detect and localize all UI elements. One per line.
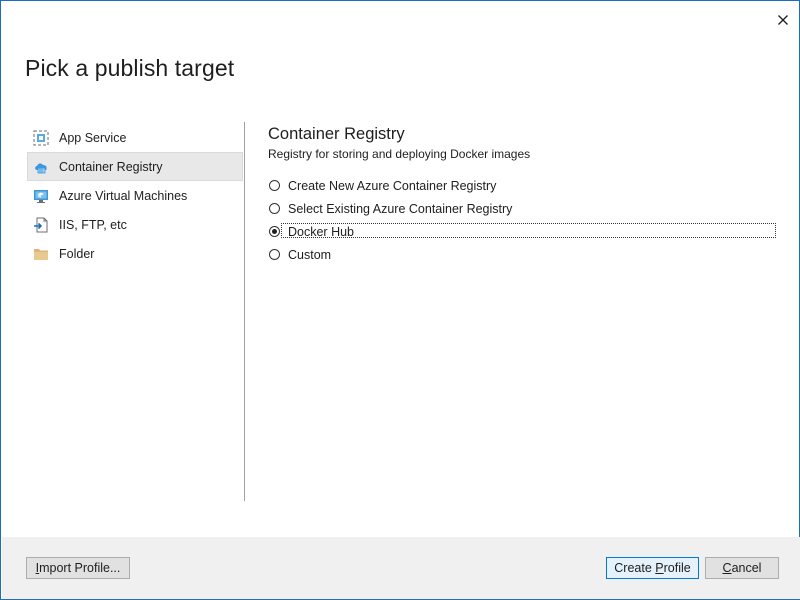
cancel-button[interactable]: Cancel [705,557,779,579]
button-label: Create [614,561,656,575]
container-registry-icon [33,159,49,175]
sidebar-item-label: Container Registry [59,159,163,174]
sidebar-item-azure-virtual-machines[interactable]: Azure Virtual Machines [27,181,243,210]
publish-dialog: Pick a publish target App Service Contai… [0,0,800,600]
sidebar-item-label: Folder [59,246,95,261]
app-service-icon [33,130,49,146]
folder-icon [33,246,49,262]
close-icon [778,15,788,25]
vertical-divider [244,122,245,501]
radio-option-docker-hub[interactable]: Docker Hub [268,220,778,243]
button-label: mport Profile... [39,561,121,575]
radio-button[interactable] [269,180,280,191]
sidebar-item-folder[interactable]: Folder [27,239,243,268]
sidebar-item-label: Azure Virtual Machines [59,188,188,203]
button-label: ancel [731,561,762,575]
radio-option-create-new-acr[interactable]: Create New Azure Container Registry [268,174,778,197]
radio-button[interactable] [269,226,280,237]
target-list: App Service Container Registry Azure Vir… [27,123,243,268]
section-title: Container Registry [268,125,405,143]
sidebar-item-label: IIS, FTP, etc [59,217,127,232]
option-label: Select Existing Azure Container Registry [288,201,513,216]
sidebar-item-container-registry[interactable]: Container Registry [27,152,243,181]
close-button[interactable] [771,9,795,31]
sidebar-item-label: App Service [59,130,127,145]
mnemonic: P [655,561,664,575]
radio-button[interactable] [269,249,280,260]
import-profile-button[interactable]: Import Profile... [26,557,130,579]
target-details: Container Registry Registry for storing … [268,125,778,266]
button-label: rofile [663,561,691,575]
iis-ftp-icon [33,217,49,233]
dialog-footer: Import Profile... Create Profile Cancel [2,537,800,599]
virtual-machine-icon [33,188,49,204]
sidebar-item-iis-ftp[interactable]: IIS, FTP, etc [27,210,243,239]
create-profile-button[interactable]: Create Profile [606,557,699,579]
registry-options: Create New Azure Container Registry Sele… [268,174,778,266]
sidebar-item-app-service[interactable]: App Service [27,123,243,152]
option-label: Custom [288,247,332,262]
section-description: Registry for storing and deploying Docke… [268,147,531,161]
option-label: Create New Azure Container Registry [288,178,497,193]
radio-option-custom[interactable]: Custom [268,243,778,266]
dialog-title: Pick a publish target [25,55,235,81]
radio-button[interactable] [269,203,280,214]
radio-option-select-existing-acr[interactable]: Select Existing Azure Container Registry [268,197,778,220]
focus-rectangle [281,223,776,238]
mnemonic: C [722,561,732,575]
